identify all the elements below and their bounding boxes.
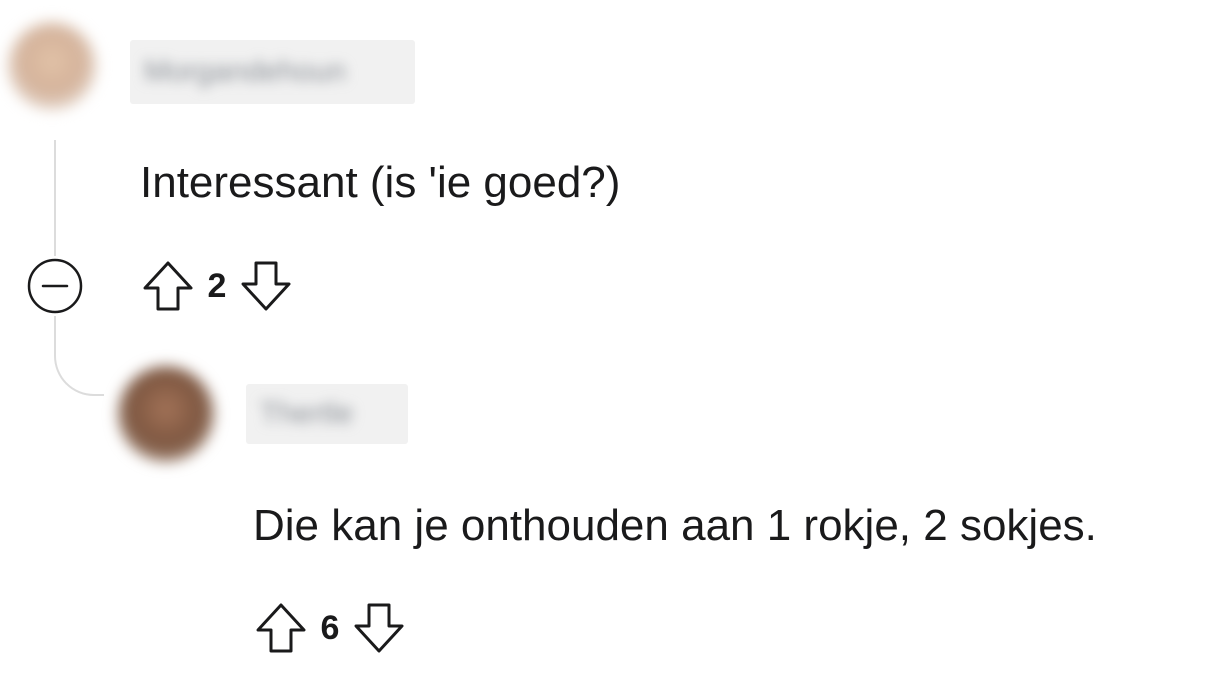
downvote-button[interactable] bbox=[238, 258, 294, 314]
comment-body: Interessant (is 'ie goed?) bbox=[140, 158, 621, 207]
arrow-down-icon bbox=[241, 261, 291, 311]
circle-minus-icon bbox=[27, 258, 83, 314]
vote-count: 2 bbox=[207, 266, 227, 305]
thread-line-elbow bbox=[54, 314, 104, 396]
vote-bar: 2 bbox=[140, 258, 294, 314]
downvote-button[interactable] bbox=[351, 600, 407, 656]
vote-count: 6 bbox=[320, 608, 340, 647]
username-text[interactable]: Thertle bbox=[260, 397, 353, 431]
avatar[interactable] bbox=[8, 22, 96, 110]
upvote-button[interactable] bbox=[253, 600, 309, 656]
upvote-button[interactable] bbox=[140, 258, 196, 314]
arrow-down-icon bbox=[354, 603, 404, 653]
avatar[interactable] bbox=[118, 366, 214, 462]
collapse-button[interactable] bbox=[25, 256, 85, 316]
arrow-up-icon bbox=[143, 261, 193, 311]
comment-body: Die kan je onthouden aan 1 rokje, 2 sokj… bbox=[253, 501, 1097, 550]
username-text[interactable]: Morgandehoun bbox=[144, 55, 346, 89]
arrow-up-icon bbox=[256, 603, 306, 653]
vote-bar: 6 bbox=[253, 600, 407, 656]
username[interactable]: Thertle bbox=[246, 384, 408, 444]
thread-line-vertical-top bbox=[54, 140, 56, 258]
username[interactable]: Morgandehoun bbox=[130, 40, 415, 104]
